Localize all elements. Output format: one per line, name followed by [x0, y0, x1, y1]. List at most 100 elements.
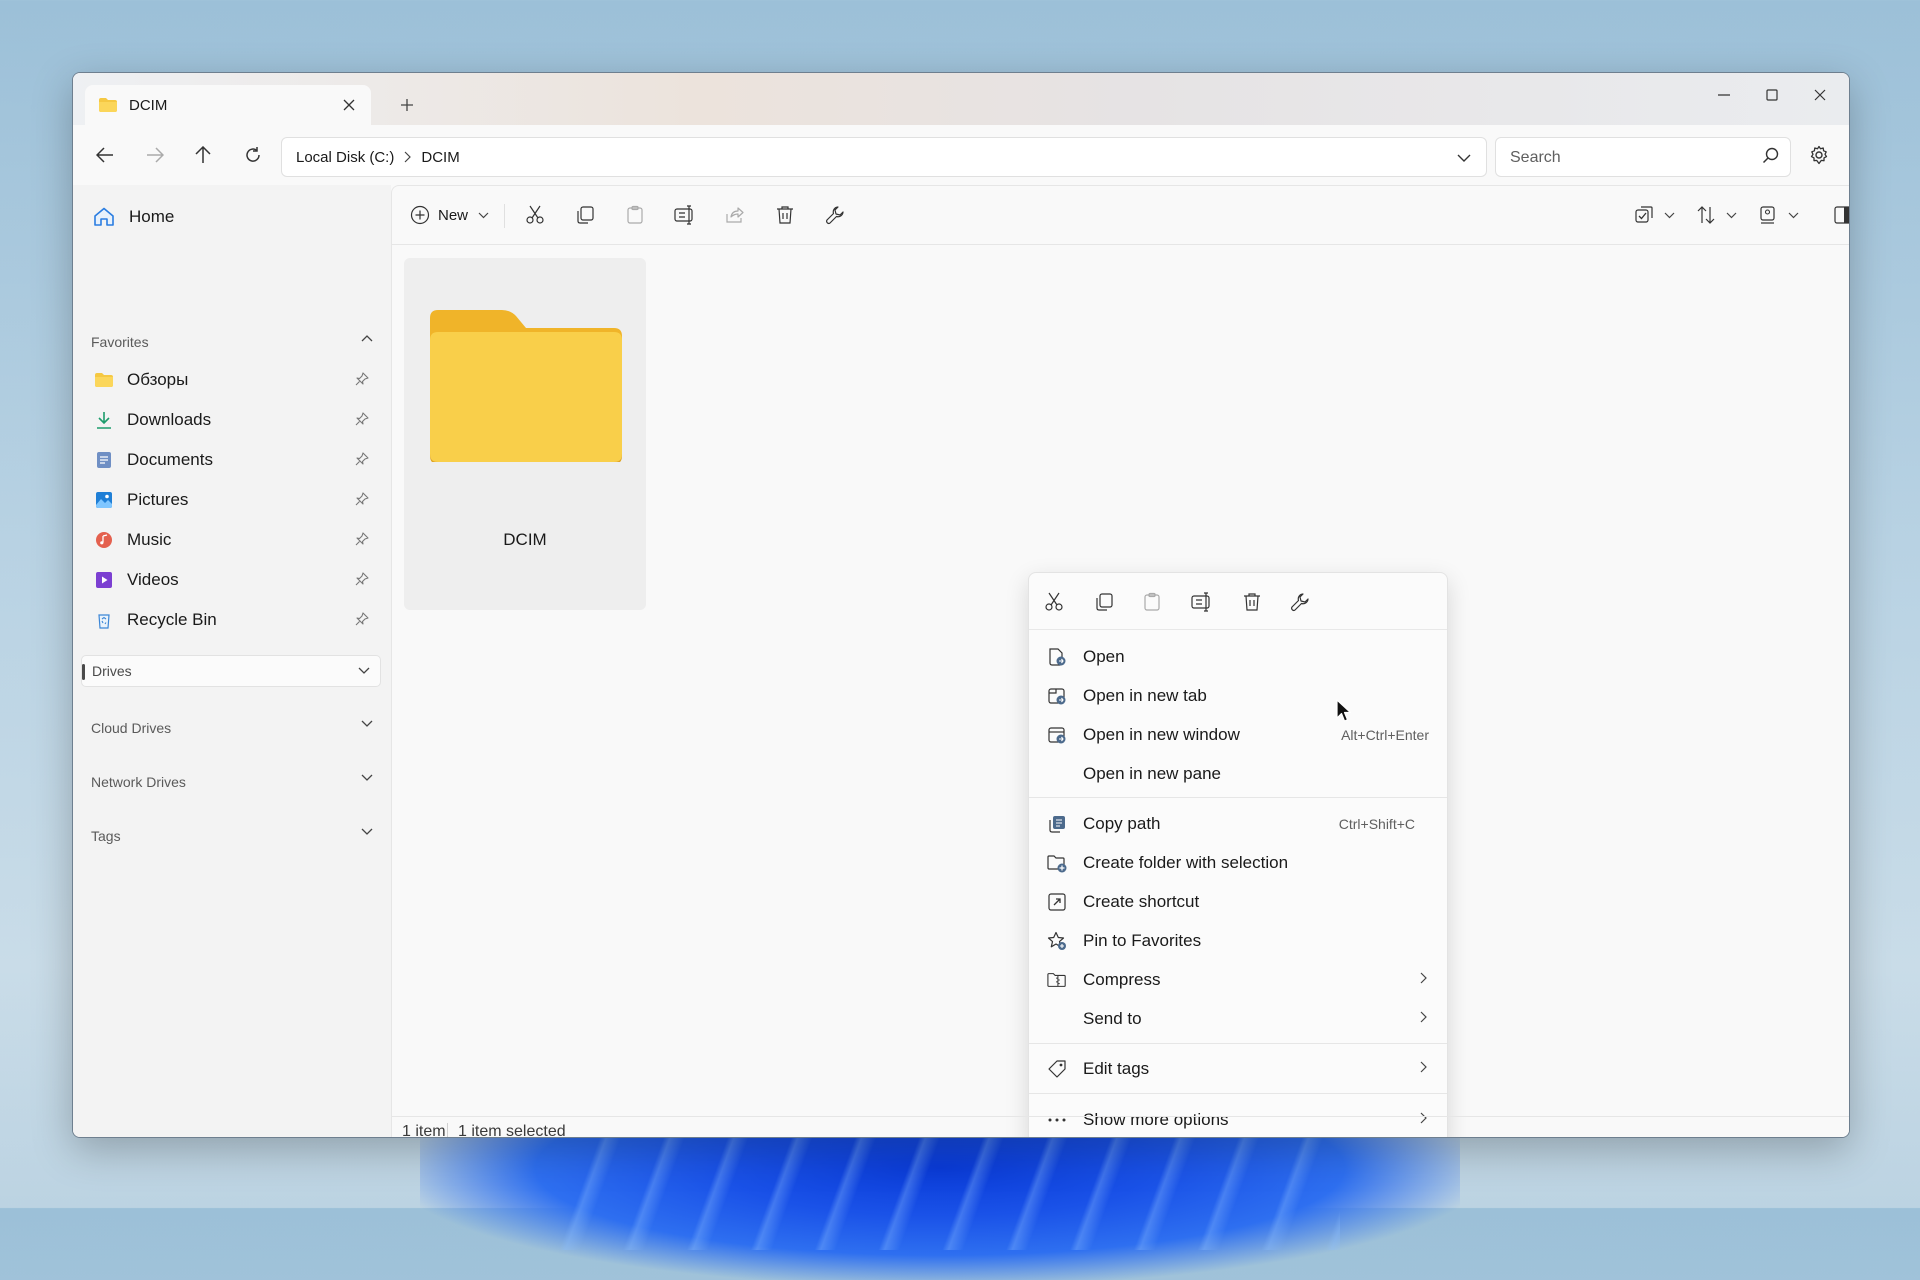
sort-button[interactable] — [1696, 200, 1737, 230]
copy-button[interactable] — [570, 200, 600, 230]
menu-item-pin-to-favorites[interactable]: Pin to Favorites — [1033, 921, 1443, 959]
sidebar-item-obzory[interactable]: Обзоры — [95, 363, 381, 397]
menu-item-compress[interactable]: Compress — [1033, 960, 1443, 998]
selection-indicator — [82, 664, 85, 680]
tab-dcim[interactable]: DCIM — [85, 85, 371, 125]
layout-button[interactable] — [1758, 200, 1799, 230]
sidebar-item-downloads[interactable]: Downloads — [95, 403, 381, 437]
minimize-button[interactable] — [1701, 79, 1747, 111]
copy-icon — [575, 205, 595, 225]
sidebar-item-videos[interactable]: Videos — [95, 563, 381, 597]
folder-icon — [95, 371, 113, 389]
trash-icon — [1243, 592, 1261, 612]
sidebar-item-pictures[interactable]: Pictures — [95, 483, 381, 517]
sidebar-item-music[interactable]: Music — [95, 523, 381, 557]
address-bar[interactable]: Local Disk (C:) DCIM — [281, 137, 1487, 177]
tags-section-header[interactable]: Tags — [91, 823, 381, 849]
paste-button[interactable] — [620, 200, 650, 230]
context-rename-button[interactable] — [1187, 587, 1217, 617]
share-button[interactable] — [720, 200, 750, 230]
pin-icon[interactable] — [355, 572, 369, 586]
menu-item-edit-tags[interactable]: Edit tags — [1033, 1049, 1443, 1087]
favorites-section-header[interactable]: Favorites — [91, 329, 381, 355]
create-folder-icon — [1047, 853, 1067, 873]
breadcrumb-dcim[interactable]: DCIM — [421, 149, 459, 166]
menu-item-open[interactable]: Open — [1033, 637, 1443, 675]
pin-icon[interactable] — [355, 492, 369, 506]
cut-button[interactable] — [520, 200, 550, 230]
search-input[interactable] — [1508, 146, 1742, 170]
cloud-drives-section-header[interactable]: Cloud Drives — [91, 715, 381, 741]
menu-item-create-shortcut[interactable]: Create shortcut — [1033, 882, 1443, 920]
shortcut-icon — [1047, 892, 1067, 912]
context-paste-button[interactable] — [1137, 587, 1167, 617]
pin-icon[interactable] — [355, 372, 369, 386]
menu-item-copy-path[interactable]: Copy path Ctrl+Shift+C — [1033, 804, 1443, 842]
menu-item-send-to[interactable]: Send to — [1033, 999, 1443, 1037]
menu-item-label: Pin to Favorites — [1083, 931, 1202, 950]
selection-options-button[interactable] — [1634, 200, 1675, 230]
menu-item-create-folder-with-selection[interactable]: Create folder with selection — [1033, 843, 1443, 881]
search-icon[interactable] — [1762, 147, 1780, 165]
drives-section-header[interactable]: Drives — [81, 655, 381, 687]
section-label: Cloud Drives — [91, 720, 172, 736]
maximize-button[interactable] — [1749, 79, 1795, 111]
folder-item-dcim[interactable]: DCIM — [404, 258, 646, 610]
command-bar: New — [392, 186, 1849, 245]
chevron-up-icon — [361, 334, 373, 342]
pin-icon[interactable] — [355, 412, 369, 426]
rename-button[interactable] — [670, 200, 700, 230]
pin-favorites-icon — [1047, 931, 1067, 951]
refresh-button[interactable] — [235, 139, 271, 171]
context-cut-button[interactable] — [1039, 587, 1069, 617]
pin-icon[interactable] — [355, 452, 369, 466]
pin-icon[interactable] — [355, 532, 369, 546]
context-copy-button[interactable] — [1089, 587, 1119, 617]
close-tab-icon[interactable] — [337, 93, 361, 117]
up-button[interactable] — [185, 139, 221, 171]
pin-icon[interactable] — [355, 612, 369, 626]
menu-item-label: Open in new window — [1083, 725, 1240, 744]
menu-item-label: Create shortcut — [1083, 892, 1200, 911]
pane-icon — [1833, 205, 1849, 225]
section-label: Favorites — [91, 334, 149, 350]
context-delete-button[interactable] — [1237, 587, 1267, 617]
delete-button[interactable] — [770, 200, 800, 230]
close-window-button[interactable] — [1797, 79, 1843, 111]
chevron-right-icon — [1420, 1011, 1427, 1023]
folder-icon — [430, 310, 622, 462]
back-button[interactable] — [87, 139, 123, 171]
sidebar-item-label: Обзоры — [127, 370, 189, 389]
menu-item-open-new-window[interactable]: Open in new window Alt+Ctrl+Enter — [1033, 715, 1443, 753]
settings-button[interactable] — [1803, 139, 1835, 171]
new-button[interactable]: New — [410, 200, 489, 230]
sidebar: Home Favorites Обзоры Downloads Document… — [73, 185, 391, 1137]
sidebar-item-recycle-bin[interactable]: Recycle Bin — [95, 603, 381, 637]
new-tab-button[interactable] — [391, 89, 423, 121]
sidebar-item-documents[interactable]: Documents — [95, 443, 381, 477]
menu-item-open-new-tab[interactable]: Open in new tab — [1033, 676, 1443, 714]
chevron-right-icon — [404, 151, 412, 163]
menu-item-shortcut: Ctrl+Shift+C — [1338, 816, 1415, 832]
sidebar-item-home[interactable]: Home — [93, 203, 174, 231]
network-drives-section-header[interactable]: Network Drives — [91, 769, 381, 795]
chevron-down-icon[interactable] — [1452, 146, 1476, 170]
context-properties-button[interactable] — [1285, 587, 1315, 617]
sidebar-item-label: Documents — [127, 450, 213, 469]
forward-button[interactable] — [137, 139, 173, 171]
content-area: New DCIM Open Open in new tab Open in ne… — [391, 185, 1849, 1138]
menu-item-label: Create folder with selection — [1083, 853, 1289, 872]
open-icon — [1047, 647, 1067, 667]
tab-title: DCIM — [129, 96, 168, 114]
pictures-icon — [95, 491, 113, 509]
menu-item-open-new-pane[interactable]: Open in new pane — [1033, 754, 1443, 792]
breadcrumb-local-disk[interactable]: Local Disk (C:) — [296, 149, 394, 166]
properties-button[interactable] — [820, 200, 850, 230]
menu-item-label: Edit tags — [1083, 1059, 1150, 1078]
details-pane-button[interactable] — [1828, 200, 1849, 230]
folder-icon — [99, 98, 117, 112]
menu-item-label: Open — [1083, 647, 1125, 666]
search-box[interactable] — [1495, 137, 1791, 177]
status-item-count: 1 item — [402, 1123, 446, 1138]
chevron-down-icon — [361, 720, 373, 728]
